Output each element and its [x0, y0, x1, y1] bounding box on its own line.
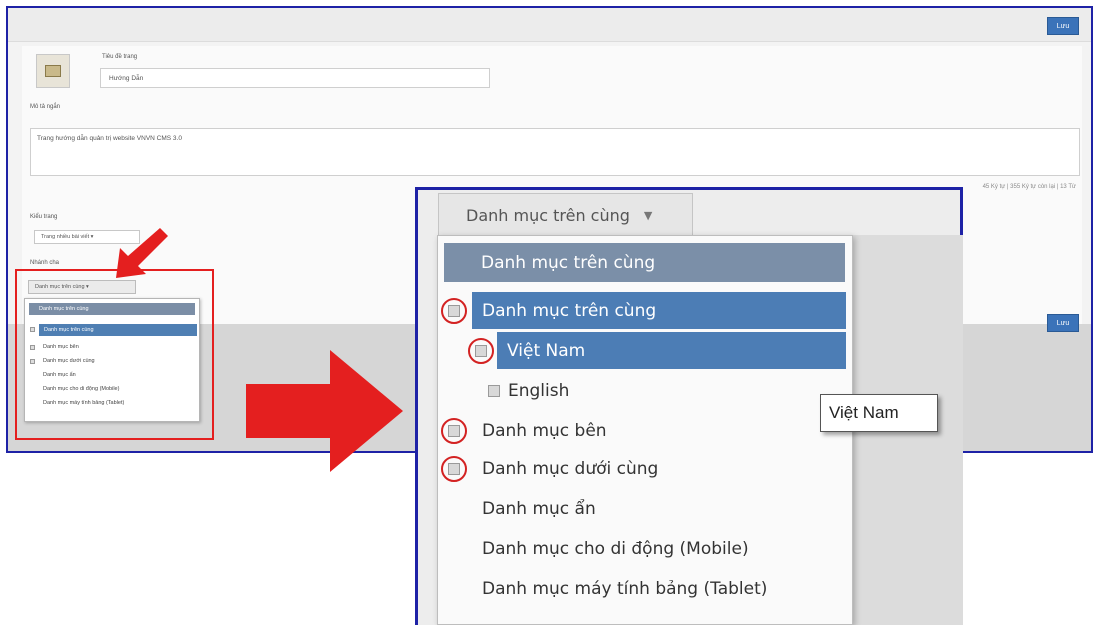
- parent-select-zoom[interactable]: Danh mục trên cùng ▼: [438, 193, 693, 237]
- zoom-item[interactable]: Danh mục máy tính bảng (Tablet): [482, 570, 767, 607]
- zoom-dropdown-header[interactable]: Danh mục trên cùng: [444, 243, 845, 282]
- caret-down-icon: ▼: [643, 208, 653, 222]
- char-counter: 45 Ký tự | 355 Ký tự còn lại | 13 Từ: [982, 184, 1076, 190]
- title-input[interactable]: Hướng Dẫn: [100, 68, 490, 88]
- highlight-circle: [468, 338, 494, 364]
- highlight-circle: [441, 456, 467, 482]
- parent-branch-label: Nhánh cha: [30, 260, 60, 266]
- expand-box-icon[interactable]: [488, 385, 500, 397]
- save-button-bottom[interactable]: Lưu: [1047, 314, 1079, 332]
- highlight-circle: [441, 418, 467, 444]
- description-textarea[interactable]: Trang hướng dẫn quản trị website VNVN CM…: [30, 128, 1080, 176]
- page-thumbnail[interactable]: [36, 54, 70, 88]
- zoom-item[interactable]: Danh mục dưới cùng: [482, 450, 658, 487]
- highlight-box: [15, 269, 214, 440]
- image-icon: [45, 65, 61, 77]
- save-button-top[interactable]: Lưu: [1047, 17, 1079, 35]
- parent-select-zoom-label: Danh mục trên cùng: [466, 205, 630, 225]
- description-label: Mô tả ngắn: [30, 104, 61, 110]
- page-type-value: Trang nhiều bài viết: [41, 234, 90, 240]
- page-type-label: Kiểu trang: [30, 214, 58, 220]
- top-toolbar: Lưu: [8, 8, 1091, 42]
- title-label: Tiêu đề trang: [102, 54, 138, 60]
- tooltip: Việt Nam: [820, 394, 938, 432]
- zoom-item-selected[interactable]: Danh mục trên cùng: [472, 292, 846, 329]
- highlight-circle: [441, 298, 467, 324]
- zoom-item[interactable]: Danh mục bên: [482, 412, 607, 449]
- zoom-item[interactable]: Danh mục cho di động (Mobile): [482, 530, 749, 567]
- zoom-item-selected-child[interactable]: Việt Nam: [497, 332, 846, 369]
- zoom-item[interactable]: Danh mục ẩn: [482, 490, 596, 527]
- page-type-select[interactable]: Trang nhiều bài viết ▾: [34, 230, 140, 244]
- zoom-item[interactable]: English: [508, 372, 569, 409]
